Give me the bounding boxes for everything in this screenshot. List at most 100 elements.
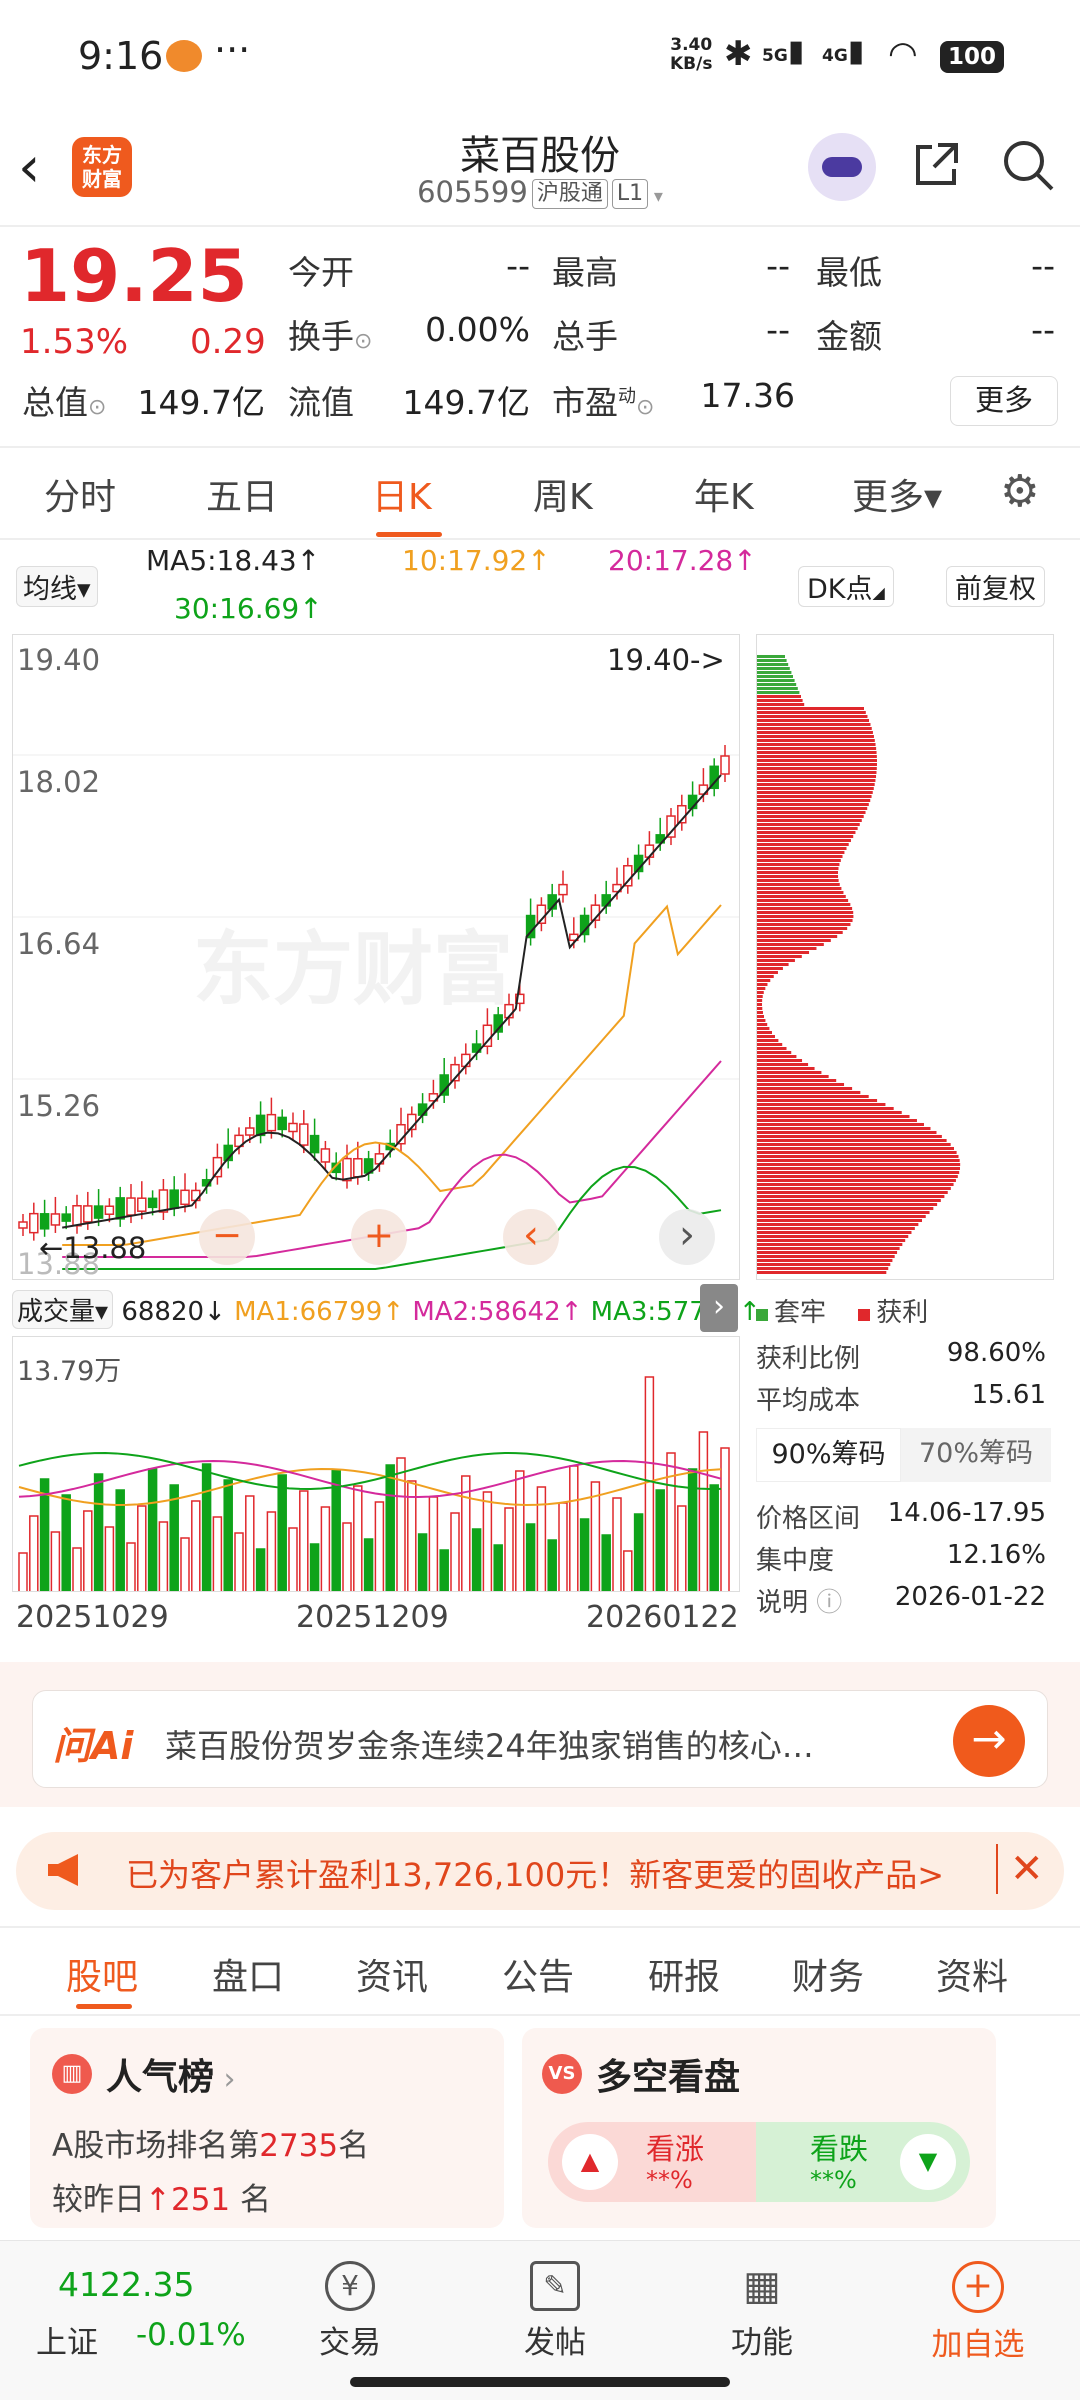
chip-bar bbox=[757, 1155, 959, 1158]
chip-bar bbox=[757, 935, 838, 938]
adjust-button[interactable]: 前复权 bbox=[946, 566, 1045, 607]
chip-bar bbox=[757, 1063, 809, 1066]
add-watchlist-button[interactable]: + 加自选 bbox=[918, 2241, 1038, 2371]
volume-bar bbox=[299, 1490, 309, 1591]
volume-bar bbox=[169, 1484, 179, 1591]
chip-distribution-chart[interactable] bbox=[756, 634, 1054, 1280]
tab-news[interactable]: 资讯 bbox=[356, 1948, 428, 2000]
note-label[interactable]: 说明 ⓘ bbox=[756, 1582, 842, 1619]
settings-gear-icon[interactable]: ⚙ bbox=[1000, 466, 1039, 517]
trade-button[interactable]: ¥ 交易 bbox=[300, 2241, 400, 2371]
kline-chart[interactable]: 东方财富 19.40 18.02 16.64 15.26 13.88 19.40… bbox=[12, 634, 740, 1280]
tab-yearly-k[interactable]: 年K bbox=[694, 468, 754, 520]
ai-go-arrow-icon[interactable]: → bbox=[953, 1705, 1025, 1777]
bull-button[interactable]: ▲ 看涨 **% bbox=[548, 2122, 756, 2202]
period-low-marker: ←13.88 bbox=[39, 1231, 147, 1265]
volume-selector[interactable]: 成交量▾ bbox=[12, 1290, 114, 1329]
market-cap-label: 总值⊙ bbox=[22, 383, 107, 422]
share-icon[interactable] bbox=[912, 139, 962, 189]
chip-bar bbox=[757, 1195, 945, 1198]
chip-bar bbox=[757, 879, 839, 882]
battery-icon: 100 bbox=[940, 41, 1004, 73]
chip-bar bbox=[757, 731, 873, 734]
chip-bar bbox=[757, 1083, 845, 1086]
volume-bar bbox=[439, 1549, 449, 1591]
scroll-right-button[interactable]: › bbox=[659, 1209, 715, 1265]
chip-bar bbox=[757, 795, 872, 798]
scroll-left-button[interactable]: ‹ bbox=[503, 1209, 559, 1265]
chip-bar bbox=[757, 787, 874, 790]
functions-button[interactable]: ▦ 功能 bbox=[712, 2241, 812, 2371]
app-notification-icon bbox=[166, 40, 202, 72]
tab-announcements[interactable]: 公告 bbox=[502, 1948, 574, 2000]
indicator-selector[interactable]: 均线▾ bbox=[16, 566, 98, 607]
info-tab-indicator bbox=[76, 2004, 132, 2009]
chip-bar bbox=[757, 1187, 951, 1190]
promo-close-icon[interactable]: ✕ bbox=[996, 1844, 1044, 1894]
chip-bar bbox=[757, 959, 795, 962]
chip-bar bbox=[757, 1103, 886, 1106]
chip-70-tab[interactable]: 70%筹码 bbox=[901, 1428, 1051, 1482]
bear-button[interactable]: 看跌 **% ▼ bbox=[756, 2122, 970, 2202]
search-icon[interactable] bbox=[1000, 137, 1056, 193]
ai-ask-bar[interactable]: 问Ai 菜百股份贺岁金条连续24年独家销售的核心… → bbox=[32, 1690, 1048, 1788]
y-label-3: 16.64 bbox=[17, 927, 101, 961]
tab-daily-k[interactable]: 日K bbox=[372, 468, 432, 520]
tab-weekly-k[interactable]: 周K bbox=[533, 468, 593, 520]
more-button[interactable]: 更多 bbox=[950, 376, 1058, 426]
bluetooth-icon: ✱ bbox=[724, 34, 753, 74]
bull-bear-card[interactable]: VS 多空看盘 ▲ 看涨 **% 看跌 **% ▼ bbox=[522, 2028, 996, 2228]
ai-question-text: 菜百股份贺岁金条连续24年独家销售的核心… bbox=[165, 1727, 814, 1765]
dk-point-button[interactable]: DK点◢ bbox=[798, 566, 894, 607]
tab-guba[interactable]: 股吧 bbox=[66, 1948, 138, 2000]
volume-bar bbox=[515, 1470, 525, 1591]
ai-robot-icon[interactable] bbox=[808, 133, 876, 201]
tab-intraday[interactable]: 分时 bbox=[44, 468, 116, 520]
chip-bar bbox=[757, 919, 853, 922]
tab-pankou[interactable]: 盘口 bbox=[212, 1948, 284, 2000]
chip-bar bbox=[757, 1075, 829, 1078]
volume-bar bbox=[450, 1512, 460, 1591]
chip-bar bbox=[757, 779, 876, 782]
tab-five-day[interactable]: 五日 bbox=[206, 468, 278, 520]
chip-bar bbox=[757, 831, 856, 834]
zoom-in-button[interactable]: + bbox=[351, 1209, 407, 1265]
chip-bar bbox=[757, 1055, 797, 1058]
tab-financials[interactable]: 财务 bbox=[792, 1948, 864, 2000]
kline-candle bbox=[623, 865, 633, 887]
volume-bar bbox=[623, 1550, 633, 1591]
volume-bar bbox=[569, 1465, 579, 1591]
index-widget[interactable]: 4122.35 上证 -0.01% bbox=[0, 2241, 260, 2371]
collapse-indicator-button[interactable]: › bbox=[700, 1284, 738, 1332]
chip-bar bbox=[757, 743, 876, 746]
kline-plot bbox=[13, 745, 739, 1270]
promo-banner[interactable]: 已为客户累计盈利13,726,100元！新客更爱的固收产品> ✕ bbox=[16, 1832, 1064, 1910]
volume-chart[interactable]: 13.79万 bbox=[12, 1336, 740, 1592]
network-speed: 3.40 KB/s bbox=[670, 35, 713, 74]
post-button[interactable]: ✎ 发帖 bbox=[505, 2241, 605, 2371]
chip-bar bbox=[757, 1203, 938, 1206]
volume-plot bbox=[18, 1376, 730, 1591]
chip-bar bbox=[757, 1175, 958, 1178]
volume-bar bbox=[180, 1537, 190, 1591]
chip-bar bbox=[757, 1211, 930, 1214]
chip-bar bbox=[757, 1215, 926, 1218]
chip-bar bbox=[757, 923, 851, 926]
chip-bar bbox=[757, 995, 763, 998]
chip-bar bbox=[757, 999, 763, 1002]
chip-bar bbox=[757, 771, 877, 774]
volume-bar bbox=[147, 1468, 158, 1591]
chip-90-tab[interactable]: 90%筹码 bbox=[756, 1428, 901, 1482]
chip-bar bbox=[757, 739, 875, 742]
tab-research[interactable]: 研报 bbox=[648, 1948, 720, 2000]
popularity-card[interactable]: ▥ 人气榜 › A股市场排名第2735名 较昨日↑251 名 bbox=[30, 2028, 504, 2228]
chip-bar bbox=[757, 1271, 887, 1274]
kline-candle bbox=[320, 1148, 331, 1163]
volume-bar bbox=[61, 1494, 71, 1591]
zoom-out-button[interactable]: − bbox=[199, 1209, 255, 1265]
tab-more[interactable]: 更多▾ bbox=[852, 468, 942, 520]
volume-bar bbox=[363, 1538, 374, 1591]
volume-bar bbox=[644, 1376, 655, 1591]
index-change: -0.01% bbox=[136, 2317, 246, 2353]
tab-profile[interactable]: 资料 bbox=[936, 1948, 1008, 2000]
